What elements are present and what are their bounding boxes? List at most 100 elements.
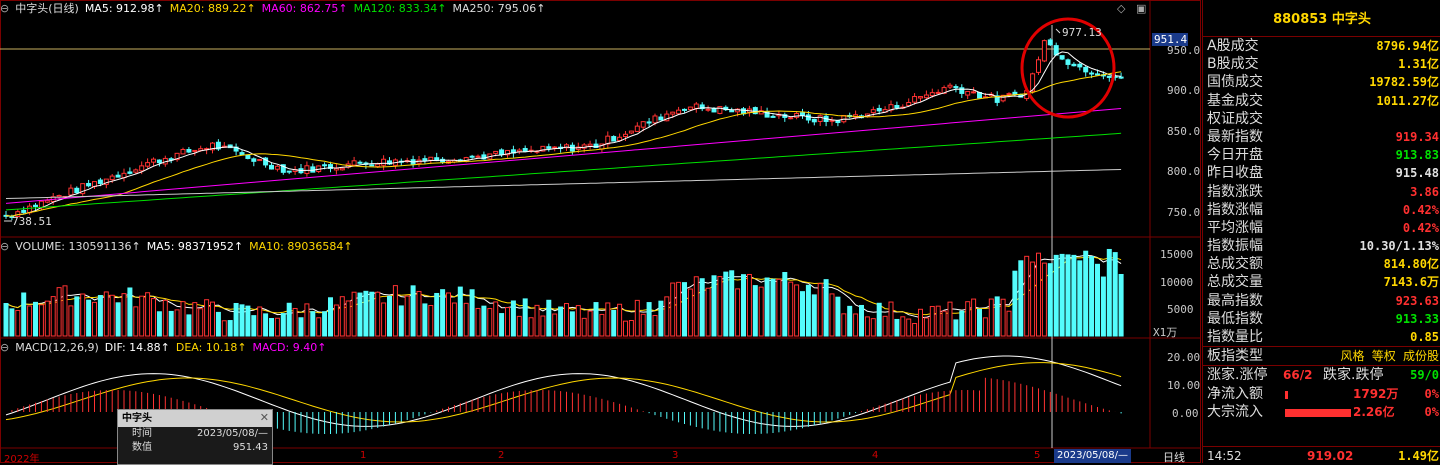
high-price-pointer [1055,28,1061,34]
candle-body [693,103,699,109]
volume-bar [534,304,540,337]
candle-body [381,158,387,166]
date-axis: 2022年 1 2 3 4 5 2023/05/08/— 日线 [0,449,1200,465]
volume-bar [776,278,782,337]
volume-bar [693,276,699,337]
volume-bar [304,303,310,337]
price-axis-tick: 800.0 [1167,165,1201,178]
candle-body [935,91,941,94]
volume-bar [605,302,611,337]
volume-bar [988,298,994,337]
volume-bar [221,320,227,337]
candle-body [628,130,634,134]
volume-bar [634,299,640,337]
candle-body [711,108,717,113]
ma-line [5,256,1122,316]
macd-legend: ⊖ MACD(12,26,9) DIF: 14.88↑ DEA: 10.18↑ MACD… [0,339,332,356]
candle-body [351,160,357,166]
volume-bar [735,288,741,337]
volume-bar [1036,252,1041,337]
candle-body [1065,59,1071,65]
candlestick-series [3,38,1124,221]
volume-bar [811,294,817,337]
volume-bar [162,299,168,337]
date-axis-month: 2 [498,450,505,461]
volume-bar [770,278,776,337]
candle-body [74,187,80,194]
candle-body [794,112,800,118]
flow1-value: 1792万 [1353,386,1399,401]
candle-body [1083,66,1089,73]
candle-body [552,146,558,149]
volume-bar [392,285,398,337]
candle-body [192,149,198,152]
candle-body [127,171,133,174]
stat-value: 0.42% [1402,202,1439,217]
candle-body [1118,76,1124,79]
volume-bar [575,305,581,337]
volume-bar [469,289,475,337]
volume-bar [15,309,21,337]
candle-body [269,164,274,170]
candle-body [239,152,245,156]
volume-bar [457,286,463,337]
stat-label: B股成交 [1207,56,1259,73]
sector-tags[interactable]: 风格 等权 成份股 [1341,347,1439,365]
volume-bar [664,296,670,337]
volume-bar [569,311,575,337]
ma5-legend: MA5: 912.98↑ [84,2,164,15]
maximize-icon[interactable]: ▣ [1136,2,1146,15]
candle-body [44,199,50,203]
candle-body [682,108,687,111]
candle-body [676,109,682,115]
volume-bar [705,287,711,337]
volume-bar [752,285,758,337]
stat-value: 1011.27亿 [1376,93,1439,108]
volume-bar [115,302,121,337]
date-axis-month: 1 [360,450,367,461]
diamond-icon[interactable]: ◇ [1117,2,1125,15]
candle-body [953,86,959,89]
candle-body [139,165,145,172]
tooltip-time-value: 2023/05/08/— [196,428,268,439]
volume-bar [977,308,982,337]
stat-label: 指数量比 [1207,329,1263,345]
stat-label: 最高指数 [1207,292,1263,309]
volume-bar [788,281,794,337]
ma-line [5,132,1122,211]
stat-row: B股成交 1.31亿 [1203,55,1440,73]
volume-bar [1012,270,1018,337]
close-icon[interactable]: ✕ [260,411,269,424]
candle-body [1036,59,1041,73]
volume-bar [475,307,481,337]
sector-label: 板指类型 [1207,348,1263,365]
volume-bar [493,301,499,337]
volume-bar [86,299,92,337]
stat-value: 814.80亿 [1383,257,1439,272]
candle-body [186,149,192,153]
volume-bar [711,275,717,337]
stat-row: 指数涨幅 0.42% [1203,201,1440,219]
volume-bar [593,302,599,337]
volume-bar [121,293,127,337]
volume-bar [274,317,280,337]
candle-body [929,92,935,97]
volume-bar [363,290,369,337]
candle-body [475,155,481,158]
volume-bar [581,317,587,337]
stat-row: 昨日收盘 915.48 [1203,164,1440,182]
volume-bar [33,301,38,337]
volume-bar [239,304,245,337]
candle-body [876,107,882,112]
stat-label: 总成交量 [1207,274,1263,291]
volume-bar [912,323,918,337]
volume-bar [628,319,634,337]
stat-value: 919.34 [1395,129,1439,144]
candle-body [422,158,428,162]
volume-bar [369,291,375,337]
volume-bar [387,295,392,337]
index-code: 880853 [1273,12,1328,27]
candle-body [640,121,646,128]
volume-bar [1047,263,1053,337]
volume-bar [510,300,516,337]
